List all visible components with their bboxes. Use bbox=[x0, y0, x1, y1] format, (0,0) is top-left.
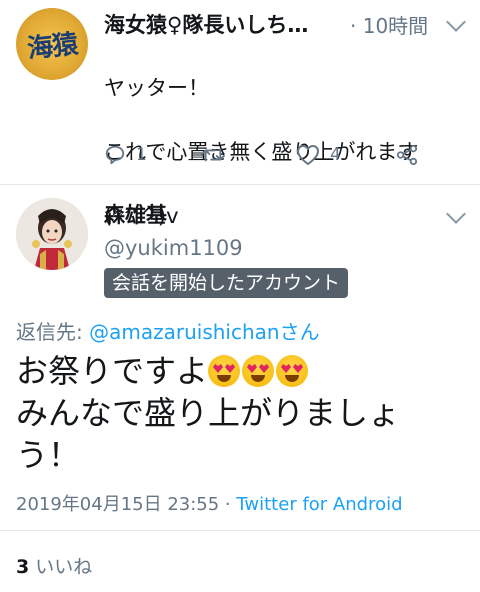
tweet-text-line: みんなで盛り上がりましょ bbox=[16, 394, 401, 432]
like-icon bbox=[297, 145, 319, 165]
tweet-text-line: ヤッター！ bbox=[104, 76, 209, 100]
avatar-photo bbox=[16, 198, 88, 270]
reply-to-line: 返信先: @amazaruishichanさん bbox=[16, 316, 320, 345]
likes-label: いいね bbox=[29, 556, 93, 578]
divider bbox=[0, 184, 480, 185]
heart-eyes-emoji-icon bbox=[208, 355, 241, 387]
tweet-date: 2019年04月15日 23:55 · bbox=[16, 494, 237, 515]
chevron-down-icon[interactable] bbox=[446, 204, 466, 224]
tweet-text: お祭りですよ みんなで盛り上がりましょ う！ bbox=[16, 350, 466, 476]
heart-eyes-emoji-icon bbox=[276, 355, 309, 387]
share-button[interactable] bbox=[396, 144, 418, 166]
reply-count: 1 bbox=[136, 145, 147, 165]
retweet-icon bbox=[201, 148, 225, 162]
author-handle[interactable]: @yukim1109 bbox=[104, 236, 243, 260]
author-name[interactable]: 森雄基 bbox=[104, 199, 167, 229]
tweet-text-line: これで心置き無く盛り上がれます bbox=[104, 140, 419, 164]
reply-to-label: 返信先: bbox=[16, 320, 90, 344]
likes-summary[interactable]: 3 いいね bbox=[16, 552, 92, 579]
like-button[interactable]: 4 bbox=[296, 144, 341, 166]
heart-eyes-emoji-icon bbox=[242, 355, 275, 387]
author-name[interactable]: 海女猿♀隊長いしち… bbox=[104, 9, 308, 39]
avatar-logo-text: 海猿 bbox=[25, 28, 79, 65]
tweet-text-line: う！ bbox=[16, 436, 81, 474]
retweet-button[interactable] bbox=[200, 144, 236, 166]
tweet-text: ヤッター！ これで心置き無く盛り上がれます (*^^)v bbox=[104, 40, 418, 264]
reply-to-link[interactable]: @amazaruishichanさん bbox=[89, 320, 319, 344]
tweet-meta: 2019年04月15日 23:55 · Twitter for Android bbox=[16, 490, 403, 516]
tweet-timestamp[interactable]: · 10時間 bbox=[350, 10, 428, 39]
chevron-down-icon[interactable] bbox=[446, 12, 466, 32]
avatar[interactable] bbox=[16, 198, 88, 270]
tweet-text-line: お祭りですよ bbox=[16, 352, 209, 390]
conversation-starter-badge: 会話を開始したアカウント bbox=[104, 268, 349, 298]
share-icon bbox=[396, 144, 418, 166]
tweet-source-link[interactable]: Twitter for Android bbox=[236, 494, 402, 515]
avatar[interactable]: 海猿 bbox=[16, 8, 88, 80]
reply-icon bbox=[105, 145, 125, 165]
like-count: 4 bbox=[330, 145, 341, 165]
likes-count: 3 bbox=[16, 556, 30, 578]
divider bbox=[0, 530, 480, 531]
reply-button[interactable]: 1 bbox=[104, 144, 147, 166]
